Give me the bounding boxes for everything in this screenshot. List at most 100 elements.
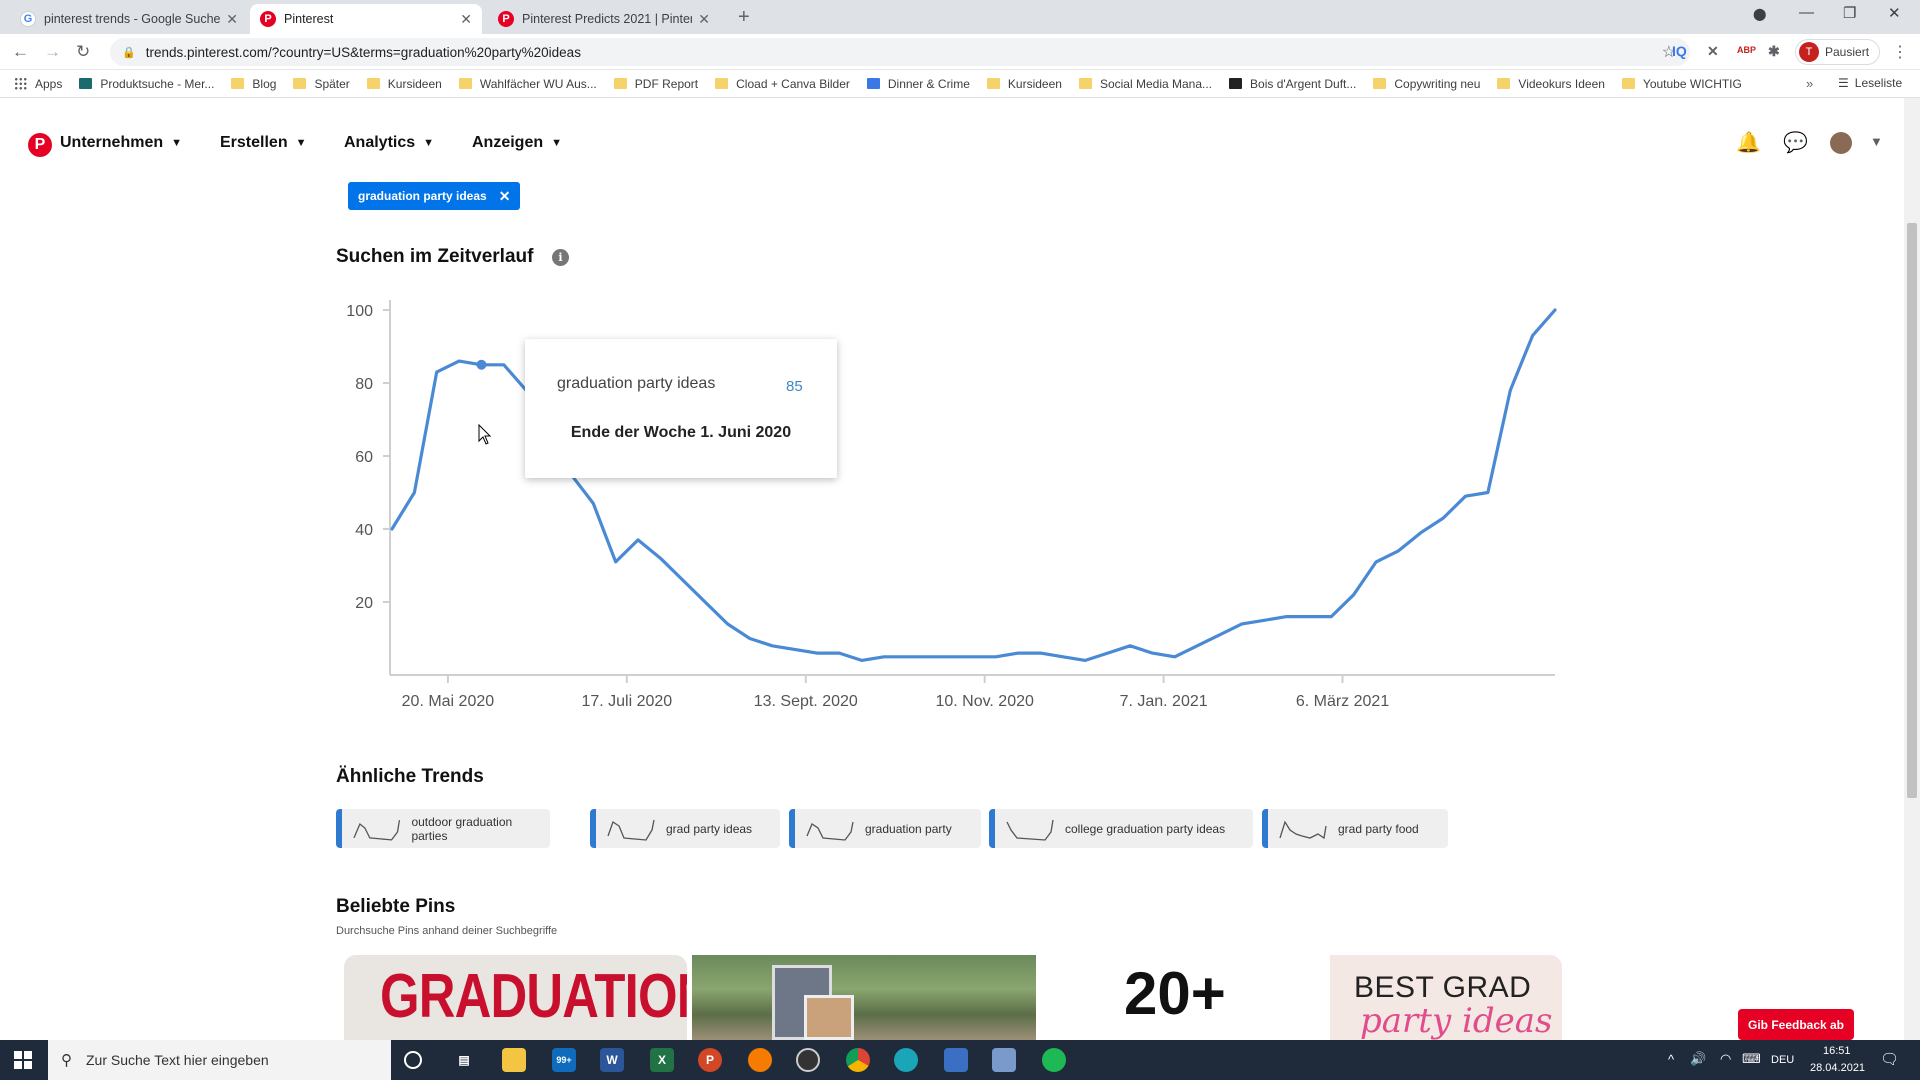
profile-button[interactable]: T Pausiert — [1795, 39, 1881, 65]
wifi-icon[interactable]: ◠ — [1720, 1051, 1731, 1067]
nav-erstellen[interactable]: Erstellen ▼ — [220, 134, 306, 152]
folder-icon — [458, 78, 472, 89]
forward-arrow-icon[interactable]: → — [44, 42, 61, 62]
close-icon[interactable]: ✕ — [698, 11, 710, 28]
pinterest-logo-icon[interactable]: P — [28, 133, 52, 157]
iq-extension-icon[interactable]: IQ — [1672, 43, 1687, 59]
keyboard-icon[interactable]: ⌨ — [1742, 1051, 1761, 1067]
adblock-icon[interactable]: ABP — [1737, 45, 1756, 55]
back-arrow-icon[interactable]: ← — [12, 42, 29, 62]
folder-icon — [1621, 78, 1635, 89]
powerpoint-icon[interactable]: P — [698, 1048, 722, 1072]
reload-icon[interactable]: ↻ — [76, 42, 90, 62]
x-tick-label: 17. Juli 2020 — [581, 693, 672, 710]
windows-start-icon[interactable] — [14, 1051, 32, 1069]
chevron-down-icon[interactable]: ▼ — [1870, 134, 1883, 149]
close-icon[interactable]: ✕ — [460, 11, 472, 28]
pin-card[interactable] — [692, 955, 1036, 1040]
page-scrollbar[interactable] — [1904, 98, 1920, 1040]
notification-bell-icon[interactable]: 🔔 — [1736, 130, 1761, 155]
site-icon — [1229, 78, 1243, 89]
tray-chevron-icon[interactable]: ^ — [1668, 1052, 1674, 1067]
y-tick-label: 20 — [355, 595, 373, 612]
word-icon[interactable]: W — [600, 1048, 624, 1072]
feedback-button[interactable]: Gib Feedback ab — [1738, 1009, 1854, 1040]
bookmark-apps[interactable]: Apps — [14, 77, 62, 91]
more-bookmarks-icon[interactable]: » — [1806, 76, 1813, 91]
bookmark-item[interactable]: Social Media Mana... — [1078, 77, 1212, 91]
reading-list-button[interactable]: ☰ Leseliste — [1838, 76, 1902, 90]
pin-text: party ideas — [1360, 1001, 1553, 1040]
close-icon[interactable]: ✕ — [226, 11, 238, 28]
mail-icon[interactable]: 99+ — [552, 1048, 576, 1072]
volume-icon[interactable]: 🔊 — [1690, 1051, 1706, 1067]
bookmark-item[interactable]: Youtube WICHTIG — [1621, 77, 1742, 91]
app-icon[interactable] — [992, 1048, 1016, 1072]
bookmark-item[interactable]: Blog — [231, 77, 276, 91]
bookmark-item[interactable]: PDF Report — [613, 77, 698, 91]
bookmark-item[interactable]: Bois d'Argent Duft... — [1229, 77, 1356, 91]
pin-card[interactable]: BEST GRAD party ideas — [1330, 955, 1562, 1040]
related-trend-item[interactable]: college graduation party ideas — [989, 809, 1253, 848]
taskbar-search-input[interactable]: ⚲ Zur Suche Text hier eingeben — [48, 1040, 391, 1080]
bookmarks-bar: Apps Produktsuche - Mer... Blog Später K… — [0, 70, 1920, 98]
bookmark-item[interactable]: Cload + Canva Bilder — [715, 77, 850, 91]
puzzle-icon[interactable]: ✱ — [1768, 43, 1780, 60]
bookmark-item[interactable]: Dinner & Crime — [866, 77, 970, 91]
pinterest-icon: P — [498, 11, 514, 27]
search-term-chip[interactable]: graduation party ideas ✕ — [348, 182, 521, 210]
window-close-icon[interactable]: ✕ — [1888, 4, 1901, 22]
pin-card[interactable]: 20+ — [1044, 955, 1324, 1040]
nav-unternehmen[interactable]: Unternehmen ▼ — [60, 134, 182, 152]
excel-icon[interactable]: X — [650, 1048, 674, 1072]
task-view-icon[interactable]: ▤ — [452, 1048, 476, 1072]
tab-google-search[interactable]: G pinterest trends - Google Suche ✕ — [10, 4, 248, 34]
edge-icon[interactable] — [894, 1048, 918, 1072]
scrollbar-thumb[interactable] — [1907, 223, 1917, 798]
pin-card[interactable]: GRADUATION — [344, 955, 687, 1040]
app-icon[interactable] — [748, 1048, 772, 1072]
tooltip-term: graduation party ideas — [557, 375, 716, 392]
cortana-icon[interactable] — [404, 1051, 422, 1069]
restore-icon[interactable]: ❐ — [1843, 4, 1856, 22]
related-trends-title: Ähnliche Trends — [336, 766, 484, 787]
bookmark-item[interactable]: Produktsuche - Mer... — [79, 77, 214, 91]
chevron-down-icon: ▼ — [551, 137, 563, 149]
sparkline-icon — [1006, 819, 1054, 841]
tab-search-icon[interactable]: ⬤ — [1753, 7, 1766, 21]
app-icon[interactable] — [796, 1048, 820, 1072]
new-tab-plus-icon[interactable]: + — [738, 6, 750, 29]
clock-time: 16:51 — [1823, 1045, 1851, 1057]
google-icon: G — [20, 11, 36, 27]
url-bar[interactable]: 🔒 trends.pinterest.com/?country=US&terms… — [110, 38, 1690, 66]
language-indicator[interactable]: DEU — [1771, 1054, 1794, 1066]
extension-icon[interactable]: ✕ — [1707, 43, 1719, 60]
bookmark-item[interactable]: Copywriting neu — [1373, 77, 1480, 91]
nav-analytics[interactable]: Analytics ▼ — [344, 134, 434, 152]
bookmark-item[interactable]: Später — [293, 77, 350, 91]
related-trend-item[interactable]: grad party food — [1262, 809, 1448, 848]
app-icon[interactable] — [944, 1048, 968, 1072]
file-explorer-icon[interactable] — [502, 1048, 526, 1072]
spotify-icon[interactable] — [1042, 1048, 1066, 1072]
bookmark-item[interactable]: Wahlfächer WU Aus... — [458, 77, 597, 91]
bookmark-item[interactable]: Kursideen — [986, 77, 1062, 91]
notification-center-icon[interactable]: 🗨 — [1880, 1050, 1899, 1068]
tab-pinterest[interactable]: P Pinterest ✕ — [250, 4, 482, 34]
url-text: trends.pinterest.com/?country=US&terms=g… — [145, 44, 581, 60]
related-trend-item[interactable]: outdoor graduation parties — [336, 809, 550, 848]
tab-label: Pinterest Predicts 2021 | Pinterest — [522, 12, 693, 26]
related-trend-item[interactable]: graduation party — [789, 809, 981, 848]
nav-anzeigen[interactable]: Anzeigen ▼ — [472, 134, 562, 152]
bookmark-item[interactable]: Kursideen — [366, 77, 442, 91]
related-trend-item[interactable]: grad party ideas — [590, 809, 780, 848]
tab-pinterest-predicts[interactable]: P Pinterest Predicts 2021 | Pinterest ✕ — [488, 4, 720, 34]
chrome-icon[interactable] — [846, 1048, 870, 1072]
messages-icon[interactable]: 💬 — [1783, 130, 1808, 155]
avatar[interactable] — [1830, 132, 1852, 154]
menu-kebab-icon[interactable]: ⋮ — [1892, 42, 1908, 62]
info-icon[interactable]: i — [552, 249, 569, 266]
close-icon[interactable]: ✕ — [499, 188, 511, 205]
minimize-icon[interactable]: — — [1799, 4, 1814, 21]
bookmark-item[interactable]: Videokurs Ideen — [1497, 77, 1605, 91]
